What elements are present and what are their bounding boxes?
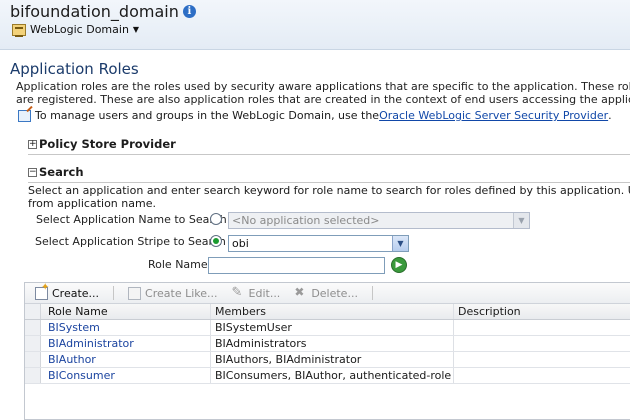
app-stripe-radio[interactable] xyxy=(210,235,222,247)
domain-title-text: bifoundation_domain xyxy=(10,2,179,21)
table-row[interactable]: BIAuthor BIAuthors, BIAdministrator xyxy=(25,352,630,368)
collapse-icon[interactable]: − xyxy=(28,167,37,177)
manage-users-line: To manage users and groups in the WebLog… xyxy=(18,109,612,122)
search-description: Select an application and enter search k… xyxy=(28,184,630,210)
search-description-line-1: Select an application and enter search k… xyxy=(28,184,630,197)
search-section-header[interactable]: − Search xyxy=(28,165,630,183)
manage-link-icon xyxy=(18,109,31,122)
chevron-down-icon: ▼ xyxy=(513,213,529,228)
delete-label: Delete... xyxy=(311,286,358,300)
expand-icon[interactable]: + xyxy=(28,139,37,149)
role-name-cell[interactable]: BIConsumer xyxy=(41,368,211,383)
info-icon[interactable]: i xyxy=(182,5,196,18)
app-stripe-label: Select Application Stripe to Search xyxy=(35,235,226,248)
description-cell xyxy=(454,320,630,335)
policy-store-section-header[interactable]: + Policy Store Provider xyxy=(28,137,630,155)
members-cell: BIAdministrators xyxy=(211,336,454,351)
app-name-select-value: <No application selected> xyxy=(232,214,380,227)
create-label: Create... xyxy=(52,286,100,300)
description-line-2: are registered. These are also applicati… xyxy=(16,93,630,106)
table-row[interactable]: BIAdministrator BIAdministrators xyxy=(25,336,630,352)
roles-table: Create... Create Like... Edit... Delete.… xyxy=(24,282,630,420)
delete-button[interactable]: Delete... xyxy=(294,285,358,300)
description-cell xyxy=(454,368,630,383)
create-button[interactable]: Create... xyxy=(35,282,100,300)
search-go-icon[interactable]: ▶ xyxy=(391,257,407,273)
chevron-down-icon: ▼ xyxy=(392,236,408,251)
row-selector[interactable] xyxy=(25,352,41,367)
create-icon xyxy=(35,282,49,300)
role-name-cell[interactable]: BISystem xyxy=(41,320,211,335)
members-cell: BIConsumers, BIAuthor, authenticated-rol… xyxy=(211,368,454,383)
row-selector[interactable] xyxy=(25,336,41,351)
column-header-members[interactable]: Members xyxy=(211,304,454,319)
app-name-label: Select Application Name to Search xyxy=(36,213,227,226)
table-header-row: Role Name Members Description xyxy=(25,304,630,320)
app-stripe-select-value: obi xyxy=(232,237,249,250)
role-name-cell[interactable]: BIAuthor xyxy=(41,352,211,367)
edit-icon xyxy=(232,285,245,300)
description-line-1: Application roles are the roles used by … xyxy=(16,80,630,93)
table-toolbar: Create... Create Like... Edit... Delete.… xyxy=(25,282,630,304)
description-cell xyxy=(454,336,630,351)
app-name-select[interactable]: <No application selected> ▼ xyxy=(228,212,530,229)
table-row[interactable]: BIConsumer BIConsumers, BIAuthor, authen… xyxy=(25,368,630,384)
page-description: Application roles are the roles used by … xyxy=(16,80,630,106)
weblogic-domain-icon xyxy=(12,23,26,37)
toolbar-divider xyxy=(371,286,373,300)
domain-menu-label: WebLogic Domain xyxy=(30,23,129,36)
roles-grid: Role Name Members Description BISystem B… xyxy=(25,304,630,384)
role-name-cell[interactable]: BIAdministrator xyxy=(41,336,211,351)
toolbar-divider xyxy=(113,286,115,300)
create-like-label: Create Like... xyxy=(145,286,218,300)
manage-suffix: . xyxy=(608,109,612,122)
search-section-label: Search xyxy=(39,165,84,179)
column-header-description[interactable]: Description xyxy=(454,304,630,319)
domain-title: bifoundation_domain i xyxy=(10,2,196,21)
security-provider-link[interactable]: Oracle WebLogic Server Security Provider xyxy=(379,109,608,122)
table-row[interactable]: BISystem BISystemUser xyxy=(25,320,630,336)
search-description-line-2: from application name. xyxy=(28,197,156,210)
app-name-radio[interactable] xyxy=(210,213,222,225)
manage-text: To manage users and groups in the WebLog… xyxy=(35,109,380,122)
role-name-label: Role Name xyxy=(148,258,208,271)
edit-label: Edit... xyxy=(248,286,281,300)
row-selector[interactable] xyxy=(25,320,41,335)
domain-header: bifoundation_domain i WebLogic Domain ▼ xyxy=(0,0,630,50)
create-like-button[interactable]: Create Like... xyxy=(128,286,218,300)
members-cell: BIAuthors, BIAdministrator xyxy=(211,352,454,367)
members-cell: BISystemUser xyxy=(211,320,454,335)
create-like-icon xyxy=(128,286,142,300)
role-name-input[interactable] xyxy=(208,257,385,274)
row-selector-header xyxy=(25,304,41,319)
page-title: Application Roles xyxy=(10,60,139,78)
chevron-down-icon: ▼ xyxy=(132,25,140,34)
app-stripe-select[interactable]: obi ▼ xyxy=(228,235,409,252)
description-cell xyxy=(454,352,630,367)
edit-button[interactable]: Edit... xyxy=(232,285,281,300)
weblogic-domain-menu[interactable]: WebLogic Domain ▼ xyxy=(12,23,140,37)
row-selector[interactable] xyxy=(25,368,41,383)
policy-store-section-label: Policy Store Provider xyxy=(39,137,176,151)
delete-icon xyxy=(294,285,307,300)
column-header-role-name[interactable]: Role Name xyxy=(41,304,211,319)
